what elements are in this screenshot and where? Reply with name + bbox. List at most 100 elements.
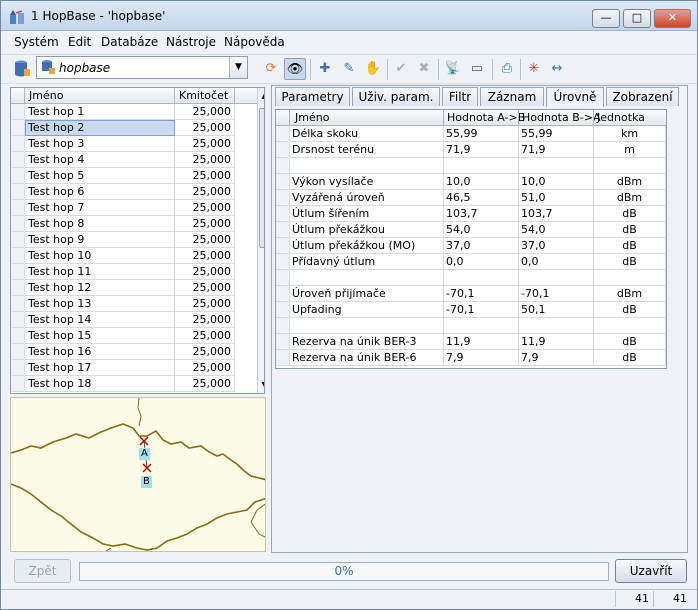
check-icon[interactable]: ✔ — [390, 58, 412, 80]
hop-frequency-cell[interactable]: 25,000 — [175, 200, 235, 216]
scrollbar-thumb[interactable] — [259, 108, 264, 248]
new-hop-icon[interactable]: ✚ — [314, 58, 336, 80]
target-icon[interactable]: ✳ — [523, 58, 545, 80]
tab-levels[interactable]: Úrovně — [546, 87, 604, 107]
menu-help[interactable]: Nápověda — [224, 35, 285, 49]
table-row[interactable]: Test hop 16 25,000 — [11, 344, 257, 360]
hop-frequency-cell[interactable]: 25,000 — [175, 104, 235, 120]
menu-system[interactable]: Systém — [14, 35, 59, 49]
table-row[interactable]: Test hop 14 25,000 — [11, 312, 257, 328]
scrollbar[interactable]: ▲ ▼ — [257, 88, 264, 393]
row-header[interactable] — [276, 238, 290, 254]
row-header[interactable] — [11, 248, 25, 264]
column-header-frequency[interactable]: Kmitočet — [179, 89, 228, 102]
hop-name-cell[interactable]: Test hop 8 — [25, 216, 175, 232]
antenna-icon[interactable]: 📡 — [442, 58, 464, 80]
hop-name-cell[interactable]: Test hop 2 — [25, 120, 175, 136]
row-header[interactable] — [276, 174, 290, 190]
table-row[interactable]: Rezerva na únik BER-3 11,9 11,9 dB — [276, 334, 666, 350]
column-header-name[interactable]: Jméno — [29, 89, 63, 102]
row-header[interactable] — [11, 360, 25, 376]
row-header[interactable] — [11, 152, 25, 168]
row-header[interactable] — [276, 254, 290, 270]
table-row[interactable]: Test hop 12 25,000 — [11, 280, 257, 296]
hop-frequency-cell[interactable]: 25,000 — [175, 280, 235, 296]
hop-frequency-cell[interactable]: 25,000 — [175, 264, 235, 280]
maximize-button[interactable]: □ — [623, 9, 651, 28]
chevron-down-icon[interactable]: ▼ — [229, 57, 247, 78]
row-header[interactable] — [276, 158, 290, 174]
table-row[interactable]: Drsnost terénu 71,9 71,9 m — [276, 142, 666, 158]
table-row[interactable]: Přídavný útlum 0,0 0,0 dB — [276, 254, 666, 270]
back-button[interactable]: Zpět — [14, 559, 71, 583]
tab-filter[interactable]: Filtr — [442, 87, 478, 106]
hop-frequency-cell[interactable]: 25,000 — [175, 328, 235, 344]
hop-name-cell[interactable]: Test hop 15 — [25, 328, 175, 344]
row-header[interactable] — [11, 120, 25, 136]
table-row[interactable]: Test hop 9 25,000 — [11, 232, 257, 248]
tab-parameters[interactable]: Parametry — [275, 87, 350, 106]
row-header[interactable] — [11, 344, 25, 360]
hop-frequency-cell[interactable]: 25,000 — [175, 216, 235, 232]
menu-tools[interactable]: Nástroje — [166, 35, 216, 49]
table-row[interactable]: Test hop 2 25,000 — [11, 120, 257, 136]
row-header[interactable] — [276, 126, 290, 142]
table-row[interactable]: Test hop 11 25,000 — [11, 264, 257, 280]
database-icon[interactable] — [13, 59, 31, 79]
hop-name-cell[interactable]: Test hop 11 — [25, 264, 175, 280]
table-row[interactable]: Test hop 7 25,000 — [11, 200, 257, 216]
print-icon[interactable]: ⎙ — [496, 58, 518, 80]
hop-name-cell[interactable]: Test hop 3 — [25, 136, 175, 152]
hop-frequency-cell[interactable]: 25,000 — [175, 360, 235, 376]
row-header[interactable] — [11, 136, 25, 152]
map-view[interactable]: A B — [10, 397, 266, 552]
row-header[interactable] — [11, 104, 25, 120]
hop-frequency-cell[interactable]: 25,000 — [175, 312, 235, 328]
table-row[interactable]: Rezerva na únik BER-6 7,9 7,9 dB — [276, 350, 666, 366]
hop-frequency-cell[interactable]: 25,000 — [175, 376, 235, 392]
table-row[interactable]: Útlum překážkou (MO) 37,0 37,0 dB — [276, 238, 666, 254]
hand-icon[interactable]: ✋ — [362, 58, 384, 80]
table-row[interactable]: Test hop 17 25,000 — [11, 360, 257, 376]
scroll-up-icon[interactable]: ▲ — [259, 89, 264, 102]
table-row[interactable]: Test hop 6 25,000 — [11, 184, 257, 200]
column-header-value-ba[interactable]: Hodnota B->A — [522, 111, 601, 124]
column-header-value-ab[interactable]: Hodnota A->B — [447, 111, 525, 124]
table-row[interactable]: Úroveň přijímače -70,1 -70,1 dBm — [276, 286, 666, 302]
row-header[interactable] — [11, 312, 25, 328]
table-row[interactable]: Délka skoku 55,99 55,99 km — [276, 126, 666, 142]
table-row[interactable]: Test hop 8 25,000 — [11, 216, 257, 232]
row-header[interactable] — [11, 168, 25, 184]
table-row[interactable] — [276, 270, 666, 286]
column-header-unit[interactable]: Jednotka — [597, 111, 645, 124]
table-row[interactable]: Test hop 4 25,000 — [11, 152, 257, 168]
hop-frequency-cell[interactable]: 25,000 — [175, 232, 235, 248]
hop-name-cell[interactable]: Test hop 14 — [25, 312, 175, 328]
row-header[interactable] — [276, 142, 290, 158]
table-row[interactable]: Test hop 10 25,000 — [11, 248, 257, 264]
row-header[interactable] — [276, 350, 290, 366]
hop-frequency-cell[interactable]: 25,000 — [175, 120, 235, 136]
table-row[interactable]: Vyzářená úroveň 46,5 51,0 dBm — [276, 190, 666, 206]
hop-name-cell[interactable]: Test hop 12 — [25, 280, 175, 296]
row-header[interactable] — [276, 334, 290, 350]
row-header[interactable] — [11, 232, 25, 248]
menu-edit[interactable]: Edit — [68, 35, 91, 49]
table-row[interactable] — [276, 318, 666, 334]
menu-database[interactable]: Databáze — [101, 35, 158, 49]
hop-name-cell[interactable]: Test hop 6 — [25, 184, 175, 200]
hop-frequency-cell[interactable]: 25,000 — [175, 184, 235, 200]
row-header[interactable] — [276, 286, 290, 302]
column-header-name[interactable]: Jméno — [295, 111, 329, 124]
row-header[interactable] — [11, 296, 25, 312]
row-header[interactable] — [276, 190, 290, 206]
link-icon[interactable]: ↔ — [546, 58, 568, 80]
hop-name-cell[interactable]: Test hop 16 — [25, 344, 175, 360]
row-header[interactable] — [11, 376, 25, 392]
row-header[interactable] — [11, 200, 25, 216]
table-row[interactable]: Útlum překážkou 54,0 54,0 dB — [276, 222, 666, 238]
close-button[interactable]: Uzavřít — [615, 559, 687, 583]
row-header[interactable] — [276, 270, 290, 286]
row-header[interactable] — [11, 280, 25, 296]
hop-name-cell[interactable]: Test hop 13 — [25, 296, 175, 312]
